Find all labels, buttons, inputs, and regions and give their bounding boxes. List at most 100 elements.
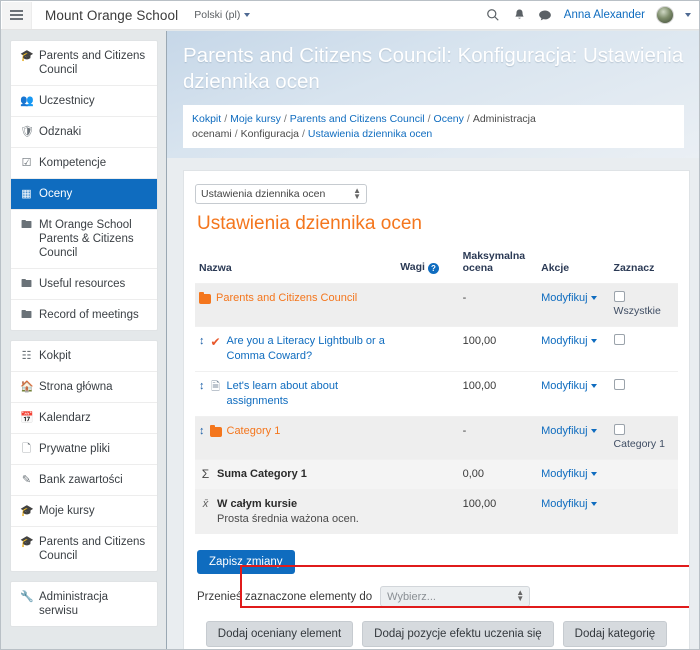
chevron-down-icon xyxy=(590,502,597,507)
add-outcome-item-button[interactable]: Dodaj pozycje efektu uczenia się xyxy=(362,621,554,647)
breadcrumb-separator: / xyxy=(234,128,238,140)
edit-menu-label: Modyfikuj xyxy=(541,380,588,392)
breadcrumb-item-moje-kursy[interactable]: Moje kursy xyxy=(230,113,281,125)
sidebar-item-oceny[interactable]: ▦ Oceny xyxy=(11,179,157,210)
edit-menu-button[interactable]: Modyfikuj xyxy=(541,468,597,480)
breadcrumb-item-konfiguracja: Konfiguracja xyxy=(240,128,299,140)
cell-max-grade: 100,00 xyxy=(458,489,538,534)
sidebar-item-odznaki[interactable]: 🛡 Odznaki xyxy=(11,117,157,148)
add-category-button[interactable]: Dodaj kategorię xyxy=(562,621,668,647)
item-name-link[interactable]: Are you a Literacy Lightbulb or a Comma … xyxy=(227,334,393,364)
row-checkbox[interactable] xyxy=(613,334,625,345)
sidebar-item-kalendarz[interactable]: 📅 Kalendarz xyxy=(11,403,157,434)
sidebar-item-label: Parents and Citizens Council xyxy=(39,536,146,562)
sidebar-item-mt-orange-school-parents-citizens-council[interactable]: 🖿 Mt Orange School Parents & Citizens Co… xyxy=(11,210,157,269)
cell-name: Parents and Citizens Council xyxy=(195,283,397,327)
content-card: Ustawienia dziennika ocen ▲ ▼ Ustawienia … xyxy=(183,170,690,649)
sidebar-group-course: 🎓 Parents and Citizens Council 👥 Uczestn… xyxy=(10,40,158,331)
sidebar-item-bank-zawartosci[interactable]: ✎ Bank zawartości xyxy=(11,465,157,496)
edit-menu-label: Modyfikuj xyxy=(541,425,588,437)
sidebar-item-label: Useful resources xyxy=(39,278,126,290)
edit-menu-label: Modyfikuj xyxy=(541,498,588,510)
row-checkbox[interactable] xyxy=(613,291,625,302)
edit-menu-button[interactable]: Modyfikuj xyxy=(541,498,597,510)
user-menu-name[interactable]: Anna Alexander xyxy=(564,9,645,21)
add-buttons-row: Dodaj oceniany element Dodaj pozycje efe… xyxy=(195,621,678,647)
sidebar-item-label: Kokpit xyxy=(39,350,71,362)
grade-page-select[interactable]: Ustawienia dziennika ocen xyxy=(195,184,367,204)
move-handle-icon[interactable]: ↕ xyxy=(199,379,205,393)
hamburger-icon[interactable] xyxy=(2,1,32,29)
cell-max-grade: 0,00 xyxy=(458,459,538,490)
sidebar-item-parents-and-citizens-council-2[interactable]: 🎓 Parents and Citizens Council xyxy=(11,527,157,571)
row-name-line: x̄ W całym kursie Prosta średnia ważona … xyxy=(199,497,392,527)
search-icon[interactable] xyxy=(486,8,501,23)
avatar[interactable] xyxy=(656,6,674,24)
sidebar-item-kokpit[interactable]: ☷ Kokpit xyxy=(11,341,157,372)
edit-menu-button[interactable]: Modyfikuj xyxy=(541,425,597,437)
table-body: Parents and Citizens Council - Modyfikuj… xyxy=(195,283,678,534)
quiz-check-icon: ✔ xyxy=(210,335,221,349)
table-row: x̄ W całym kursie Prosta średnia ważona … xyxy=(195,489,678,534)
cell-actions: Modyfikuj xyxy=(537,326,610,372)
row-checkbox[interactable] xyxy=(613,379,625,390)
breadcrumb-item-ustawienia-dziennika-ocen[interactable]: Ustawienia dziennika ocen xyxy=(308,128,432,140)
breadcrumb-item-parents-and-citizens-council[interactable]: Parents and Citizens Council xyxy=(290,113,425,125)
row-name-line: ↕ Category 1 xyxy=(199,424,392,439)
browser-window: Mount Orange School Polski (pl) Anna Ale… xyxy=(0,0,700,650)
folder-icon: 🖿 xyxy=(21,278,32,290)
cell-actions: Modyfikuj xyxy=(537,489,610,534)
edit-menu-button[interactable]: Modyfikuj xyxy=(541,292,597,304)
sidebar-item-parents-and-citizens-council[interactable]: 🎓 Parents and Citizens Council xyxy=(11,41,157,86)
sidebar-item-useful-resources[interactable]: 🖿 Useful resources xyxy=(11,269,157,300)
page-title: Parents and Citizens Council: Konfigurac… xyxy=(183,44,684,93)
move-handle-icon[interactable]: ↕ xyxy=(199,424,205,438)
category-name-link[interactable]: Category 1 xyxy=(227,424,281,439)
sidebar-item-label: Kompetencje xyxy=(39,157,107,169)
move-target-select[interactable]: Wybierz... xyxy=(380,586,531,607)
move-selected-label: Przenieś zaznaczone elementy do xyxy=(197,590,373,603)
item-name-link[interactable]: Let's learn about about assignments xyxy=(227,379,393,409)
category-name-link[interactable]: Parents and Citizens Council xyxy=(216,291,357,306)
breadcrumb-separator: / xyxy=(427,113,431,125)
sidebar-item-kompetencje[interactable]: ☑ Kompetencje xyxy=(11,148,157,179)
help-icon[interactable]: ? xyxy=(427,263,439,274)
breadcrumb-item-oceny[interactable]: Oceny xyxy=(434,113,464,125)
message-icon[interactable] xyxy=(538,8,553,23)
chevron-down-icon[interactable] xyxy=(685,13,691,17)
column-header-select: Zaznacz xyxy=(613,262,655,274)
breadcrumb: Kokpit / Moje kursy / Parents and Citizens C… xyxy=(183,105,684,148)
table-row: ↕ ✔ Are you a Literacy Lightbulb or a Co… xyxy=(195,326,678,372)
page-header: Parents and Citizens Council: Konfigurac… xyxy=(167,31,699,158)
language-menu[interactable]: Polski (pl) xyxy=(194,9,251,21)
row-checkbox[interactable] xyxy=(613,424,625,435)
edit-menu-button[interactable]: Modyfikuj xyxy=(541,335,597,347)
bell-icon[interactable] xyxy=(512,8,527,23)
row-name-line: ↕ ✔ Are you a Literacy Lightbulb or a Co… xyxy=(199,334,392,364)
add-grade-item-button[interactable]: Dodaj oceniany element xyxy=(205,621,354,647)
sidebar-item-strona-glowna[interactable]: 🏠 Strona główna xyxy=(11,372,157,403)
move-handle-icon[interactable]: ↕ xyxy=(199,334,205,348)
sidebar-group-personal: ☷ Kokpit 🏠 Strona główna 📅 Kalendarz 🗋 P… xyxy=(10,340,158,572)
sidebar-item-moje-kursy[interactable]: 🎓 Moje kursy xyxy=(11,496,157,527)
save-changes-button[interactable]: Zapisz zmiany xyxy=(197,550,295,574)
grid-icon: ▦ xyxy=(21,188,32,200)
edit-menu-button[interactable]: Modyfikuj xyxy=(541,380,597,392)
sidebar-item-uczestnicy[interactable]: 👥 Uczestnicy xyxy=(11,86,157,117)
cell-select xyxy=(609,326,678,372)
sidebar-item-administracja-serwisu[interactable]: 🔧 Administracja serwisu xyxy=(11,582,157,626)
column-header-max-grade: Maksymalna ocena xyxy=(462,250,526,274)
sidebar-item-record-of-meetings[interactable]: 🖿 Record of meetings xyxy=(11,300,157,330)
dashboard-icon: ☷ xyxy=(21,350,32,362)
sidebar-item-prywatne-pliki[interactable]: 🗋 Prywatne pliki xyxy=(11,434,157,465)
check-square-icon: ☑ xyxy=(21,157,32,169)
sidebar-item-label: Kalendarz xyxy=(39,412,91,424)
edit-menu-label: Modyfikuj xyxy=(541,335,588,347)
cell-weight xyxy=(396,459,459,490)
cell-select xyxy=(609,371,678,417)
edit-menu-label: Modyfikuj xyxy=(541,468,588,480)
folder-icon xyxy=(199,291,211,304)
site-brand[interactable]: Mount Orange School xyxy=(45,8,178,23)
row-checkbox-label: Wszystkie xyxy=(613,305,661,317)
breadcrumb-item-kokpit[interactable]: Kokpit xyxy=(192,113,221,125)
